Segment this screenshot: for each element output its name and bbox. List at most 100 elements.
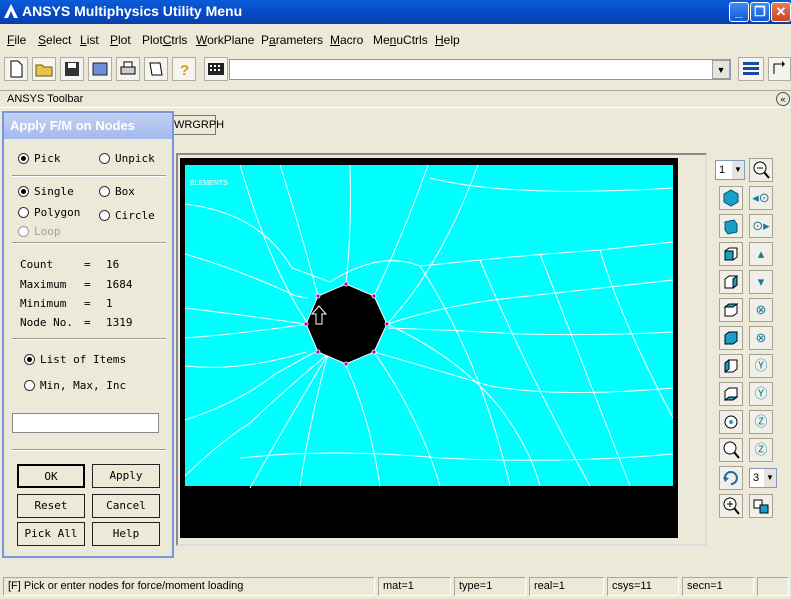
open-folder-icon[interactable] [32, 57, 56, 81]
min-max-inc-label: Min, Max, Inc [40, 379, 127, 392]
save-icon[interactable] [60, 57, 84, 81]
cancel-button[interactable]: Cancel [92, 494, 160, 518]
pan-right-icon[interactable]: ⊙▸ [749, 214, 773, 238]
view-rotation-select[interactable]: 3 ▼ [749, 468, 777, 488]
iso-view-icon[interactable] [719, 186, 743, 210]
front-view-icon[interactable] [719, 242, 743, 266]
unpick-radio[interactable] [99, 153, 110, 164]
list-of-items-label: List of Items [40, 353, 127, 366]
view-controls-panel: 1 ▼ ◂⊙ ⊙▸ ▴ ▾ ⊗ ⊗ Ⓨ Ⓨ Ⓩ Ⓩ 3 ▼ [711, 153, 791, 553]
loop-radio [18, 226, 29, 237]
menu-bar: File Select List Plot PlotCtrls WorkPlan… [0, 28, 791, 52]
back-view-icon[interactable] [719, 326, 743, 350]
minimum-eq: = [84, 297, 91, 310]
menu-parameters[interactable]: Parameters [261, 33, 323, 47]
box-radio[interactable] [99, 186, 110, 197]
rotate-x-plus-icon[interactable]: ⊗ [749, 298, 773, 322]
reset-button[interactable]: Reset [17, 494, 85, 518]
print-icon[interactable] [116, 57, 140, 81]
title-bar: ANSYS Multiphysics Utility Menu _ ❐ ✕ [0, 0, 791, 24]
command-input[interactable] [229, 59, 731, 80]
menu-select[interactable]: Select [38, 33, 71, 47]
pick-all-button[interactable]: Pick All [17, 522, 85, 546]
rotate-z-minus-icon[interactable]: Ⓩ [749, 438, 773, 462]
menu-list[interactable]: List [80, 33, 99, 47]
node-no-value: 1319 [106, 316, 133, 329]
divider [12, 449, 166, 451]
status-type: type=1 [454, 577, 526, 596]
menu-plotctrls[interactable]: PlotCtrls [142, 33, 187, 47]
report-icon[interactable] [144, 57, 168, 81]
help-icon[interactable]: ? [172, 57, 196, 81]
raise-hidden-icon[interactable] [738, 57, 764, 81]
dialog-title: Apply F/M on Nodes [4, 113, 172, 139]
status-mat: mat=1 [378, 577, 451, 596]
minimum-label: Minimum [20, 297, 67, 310]
menu-plot[interactable]: Plot [110, 33, 131, 47]
close-button[interactable]: ✕ [771, 2, 791, 22]
polygon-radio[interactable] [18, 207, 29, 218]
fit-view-icon[interactable] [719, 466, 743, 490]
unpick-label: Unpick [115, 152, 155, 165]
apply-button[interactable]: Apply [92, 464, 160, 488]
status-bar: [F] Pick or enter nodes for force/moment… [0, 575, 791, 599]
polygon-label: Polygon [34, 206, 81, 219]
new-file-icon[interactable] [4, 57, 28, 81]
menu-file[interactable]: File [7, 33, 26, 47]
divider [12, 175, 166, 177]
rotate-z-plus-icon[interactable]: Ⓩ [749, 410, 773, 434]
pick-radio[interactable] [18, 153, 29, 164]
box-zoom-icon[interactable] [719, 438, 743, 462]
status-prompt: [F] Pick or enter nodes for force/moment… [3, 577, 375, 596]
loop-label: Loop [34, 225, 61, 238]
status-csys: csys=11 [607, 577, 679, 596]
rotate-y-minus-icon[interactable]: Ⓨ [749, 382, 773, 406]
ansys-toolbar-header: ANSYS Toolbar « [0, 90, 791, 108]
zoom-icon[interactable] [719, 410, 743, 434]
ok-button[interactable]: OK [17, 464, 85, 488]
window-title: ANSYS Multiphysics Utility Menu [22, 3, 243, 19]
single-label: Single [34, 185, 74, 198]
min-max-inc-radio[interactable] [24, 380, 35, 391]
menu-menuctrls[interactable]: MenuCtrls [373, 33, 428, 47]
right-view-icon[interactable] [719, 270, 743, 294]
help-button[interactable]: Help [92, 522, 160, 546]
rotate-x-minus-icon[interactable]: ⊗ [749, 326, 773, 350]
command-dropdown-icon[interactable]: ▼ [712, 60, 730, 79]
pick-list-input[interactable] [12, 413, 159, 433]
left-view-icon[interactable] [719, 354, 743, 378]
mesh-region [185, 165, 673, 486]
box-label: Box [115, 185, 135, 198]
count-eq: = [84, 258, 91, 271]
pick-label: Pick [34, 152, 61, 165]
pan-down-icon[interactable]: ▾ [749, 270, 773, 294]
circle-radio[interactable] [99, 210, 110, 221]
top-view-icon[interactable] [719, 298, 743, 322]
pan-left-icon[interactable]: ◂⊙ [749, 186, 773, 210]
pan-up-icon[interactable]: ▴ [749, 242, 773, 266]
zoom-back-icon[interactable] [719, 494, 743, 518]
maximize-button[interactable]: ❐ [750, 2, 770, 22]
single-radio[interactable] [18, 186, 29, 197]
menu-macro[interactable]: Macro [330, 33, 363, 47]
menu-workplane[interactable]: WorkPlane [196, 33, 254, 47]
wrgrph-button[interactable]: WRGRPH [170, 115, 224, 135]
bottom-view-icon[interactable] [719, 382, 743, 406]
oblique-view-icon[interactable] [719, 214, 743, 238]
rotate-y-plus-icon[interactable]: Ⓨ [749, 354, 773, 378]
ansys-toolbar-label: ANSYS Toolbar [7, 93, 84, 105]
collapse-toolbar-icon[interactable]: « [776, 92, 790, 106]
save-db-icon[interactable] [88, 57, 112, 81]
menu-help[interactable]: Help [435, 33, 460, 47]
minimize-button[interactable]: _ [729, 2, 749, 22]
maximum-eq: = [84, 278, 91, 291]
zoom-out-icon[interactable] [749, 158, 773, 182]
node-no-eq: = [84, 316, 91, 329]
window-number-select[interactable]: 1 ▼ [715, 160, 745, 180]
dynamic-mode-icon[interactable] [749, 494, 773, 518]
keyboard-icon[interactable] [204, 57, 228, 81]
status-extra [757, 577, 789, 596]
graphics-window[interactable]: ELEMENTS [180, 158, 678, 538]
list-of-items-radio[interactable] [24, 354, 35, 365]
reset-picking-icon[interactable] [768, 57, 791, 81]
